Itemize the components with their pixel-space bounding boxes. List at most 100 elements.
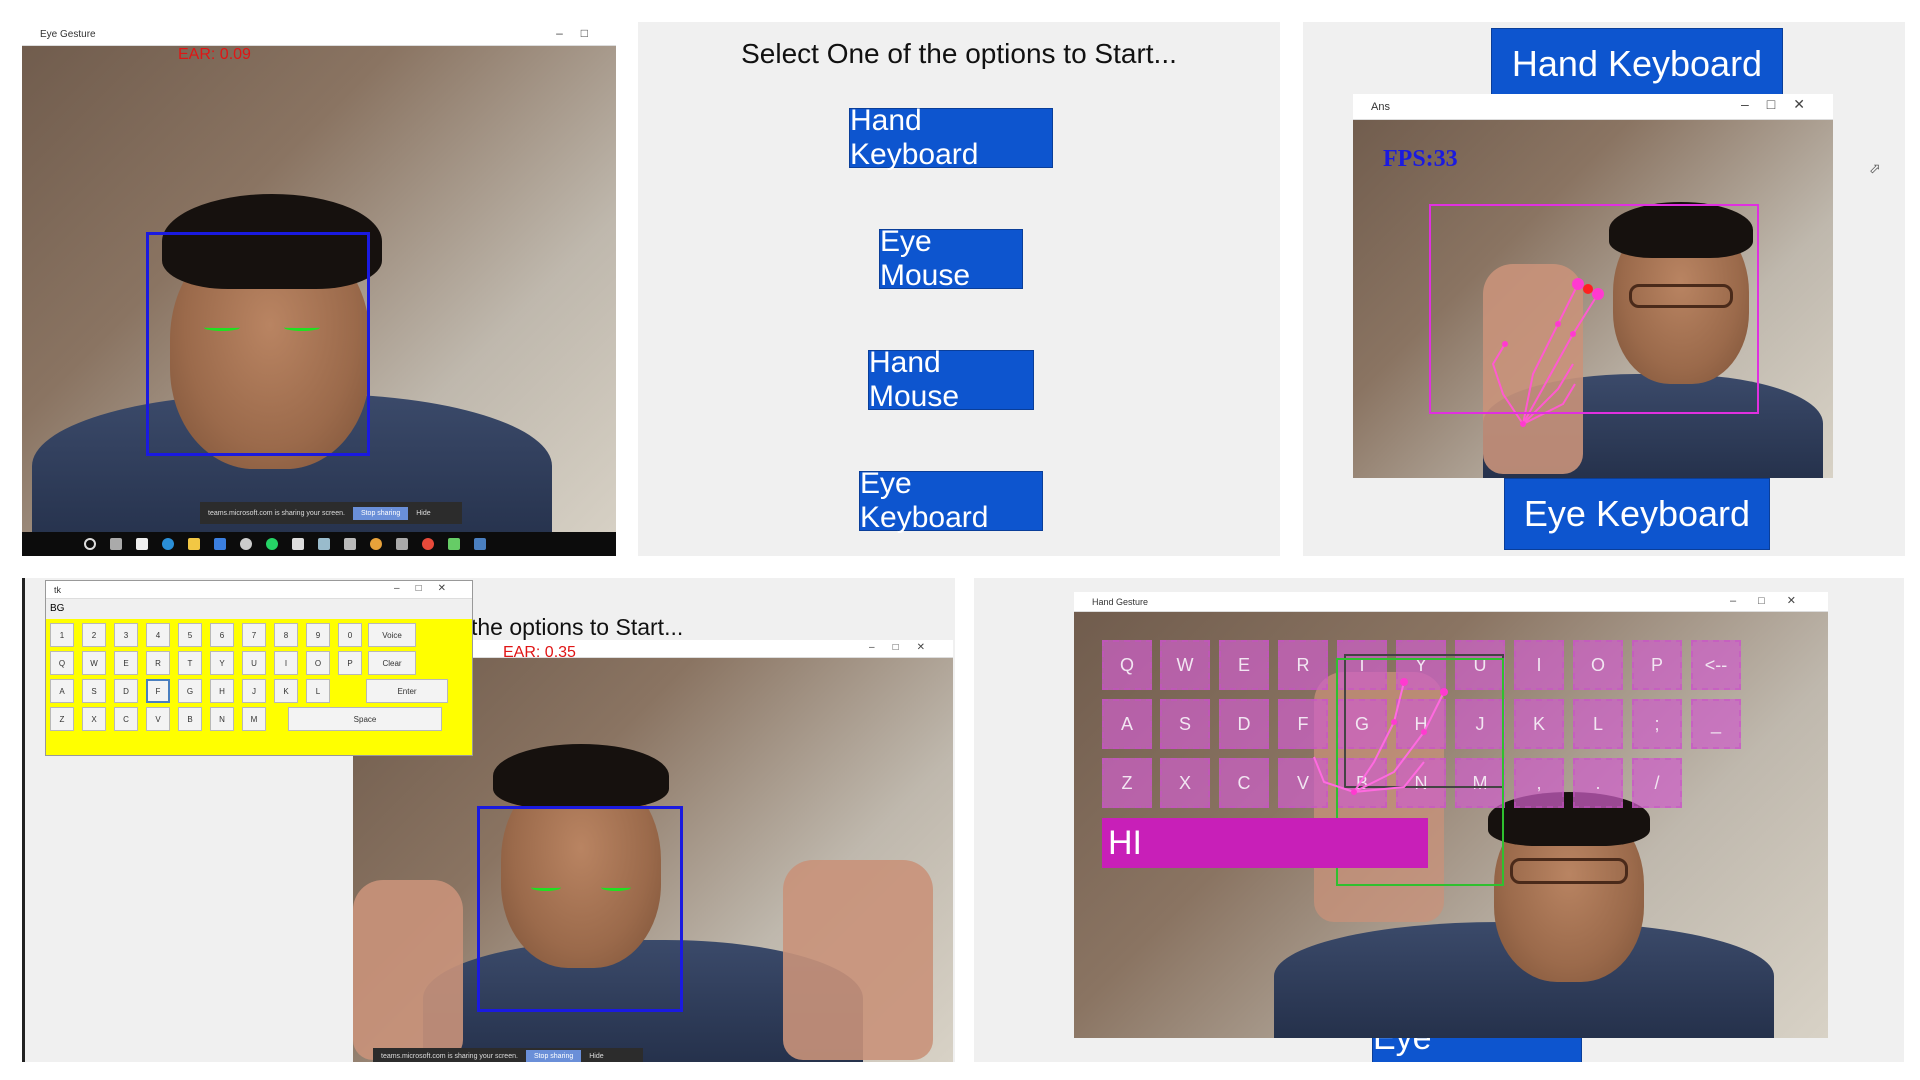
typed-text-box: HI — [1102, 818, 1428, 868]
window-title: Eye Gesture — [40, 29, 96, 40]
key-n[interactable]: N — [210, 707, 234, 731]
key-2[interactable]: 2 — [82, 623, 106, 647]
stop-sharing-button[interactable]: Stop sharing — [352, 506, 409, 520]
fps-readout: FPS:33 — [1383, 146, 1458, 172]
enter-key[interactable]: Enter — [366, 679, 448, 703]
eye-mouse-button[interactable]: Eye Mouse — [879, 225, 1023, 292]
app-icon-3[interactable] — [344, 538, 356, 550]
cursor-icon: ⬀ — [1869, 160, 1881, 176]
python-icon[interactable] — [474, 538, 486, 550]
key-t[interactable]: T — [178, 651, 202, 675]
key-3[interactable]: 3 — [114, 623, 138, 647]
hand-gesture-panel: Eye Keyboard Hand Gesture –□✕ Q W E R T … — [974, 578, 1904, 1062]
space-key[interactable]: Space — [288, 707, 442, 731]
key-b[interactable]: B — [178, 707, 202, 731]
edge-icon[interactable] — [162, 538, 174, 550]
key-1[interactable]: 1 — [50, 623, 74, 647]
key-9[interactable]: 9 — [306, 623, 330, 647]
window-controls[interactable]: –□✕ — [869, 642, 943, 653]
typed-text: HI — [1108, 824, 1142, 862]
settings-icon[interactable] — [240, 538, 252, 550]
hand-landmarks — [1313, 678, 1448, 795]
store-icon[interactable] — [136, 538, 148, 550]
screen-share-bar: teams.microsoft.com is sharing your scre… — [373, 1048, 643, 1062]
key-0[interactable]: 0 — [338, 623, 362, 647]
task-view-icon[interactable] — [110, 538, 122, 550]
left-hand — [353, 880, 463, 1060]
key-4[interactable]: 4 — [146, 623, 170, 647]
app-icon-5[interactable] — [448, 538, 460, 550]
kb-titlebar: tk –□✕ — [46, 581, 472, 599]
menu-prompt-partial: the options to Start... — [471, 614, 684, 640]
key-p[interactable]: P — [338, 651, 362, 675]
key-u[interactable]: U — [242, 651, 266, 675]
key-x[interactable]: X — [82, 707, 106, 731]
stop-sharing-button[interactable]: Stop sharing — [525, 1049, 582, 1062]
key-6[interactable]: 6 — [210, 623, 234, 647]
eye-gesture-titlebar: Eye Gesture –□ — [22, 24, 616, 46]
start-icon[interactable] — [84, 538, 96, 550]
hide-button[interactable]: Hide — [416, 510, 430, 517]
screen-share-bar: teams.microsoft.com is sharing your scre… — [200, 502, 462, 524]
voice-key[interactable]: Voice — [368, 623, 416, 647]
key-s[interactable]: S — [82, 679, 106, 703]
key-i[interactable]: I — [274, 651, 298, 675]
share-text: teams.microsoft.com is sharing your scre… — [381, 1052, 518, 1060]
key-e[interactable]: E — [114, 651, 138, 675]
hand-mouse-button[interactable]: Hand Mouse — [868, 346, 1034, 413]
hand-keyboard-button[interactable]: Hand Keyboard — [849, 104, 1053, 171]
hand-gesture-window: Hand Gesture –□✕ Q W E R T Y U I O P <--… — [1074, 592, 1828, 1038]
share-text: teams.microsoft.com is sharing your scre… — [208, 509, 345, 517]
key-a[interactable]: A — [50, 679, 74, 703]
key-c[interactable]: C — [114, 707, 138, 731]
window-title: tk — [54, 584, 62, 595]
app-icon-2[interactable] — [318, 538, 330, 550]
eye-gesture-panel: Eye Gesture –□ EAR: 0.09 teams.microsoft… — [22, 24, 616, 556]
whatsapp-icon[interactable] — [266, 538, 278, 550]
key-z[interactable]: Z — [50, 707, 74, 731]
tracking-region-box — [1429, 204, 1759, 414]
key-m[interactable]: M — [242, 707, 266, 731]
kb-text-field[interactable]: BG — [46, 599, 472, 619]
ans-window: Ans –□✕ FPS:33 — [1353, 94, 1833, 478]
window-controls[interactable]: –□✕ — [394, 583, 462, 594]
ear-readout: EAR: 0.35 — [503, 644, 576, 661]
key-y[interactable]: Y — [210, 651, 234, 675]
window-controls[interactable]: –□ — [556, 26, 606, 40]
key-7[interactable]: 7 — [242, 623, 266, 647]
key-g[interactable]: G — [178, 679, 202, 703]
eye-keyboard-panel: the options to Start... –□✕ EAR: 0.35 te… — [22, 578, 955, 1062]
key-8[interactable]: 8 — [274, 623, 298, 647]
explorer-icon[interactable] — [188, 538, 200, 550]
face-bounding-box — [146, 232, 370, 456]
hand-mouse-panel: Hand Keyboard Ans –□✕ FPS:33 Eye Keyboar… — [1303, 22, 1905, 556]
key-f[interactable]: F — [146, 679, 170, 703]
menu-prompt: Select One of the options to Start... — [741, 38, 1177, 69]
app-icon-4[interactable] — [396, 538, 408, 550]
app-icon-1[interactable] — [292, 538, 304, 550]
key-v[interactable]: V — [146, 707, 170, 731]
mail-icon[interactable] — [214, 538, 226, 550]
chrome-icon-2[interactable] — [422, 538, 434, 550]
key-q[interactable]: Q — [50, 651, 74, 675]
hand-keyboard-button[interactable]: Hand Keyboard — [1491, 28, 1783, 100]
key-k[interactable]: K — [274, 679, 298, 703]
key-h[interactable]: H — [210, 679, 234, 703]
key-d[interactable]: D — [114, 679, 138, 703]
eye-keyboard-button[interactable]: Eye Keyboard — [1504, 478, 1770, 550]
person-hair — [493, 744, 669, 808]
onscreen-keyboard-window: tk –□✕ BG 1 2 3 4 5 6 7 8 9 0 Voice Q W … — [45, 580, 473, 756]
key-r[interactable]: R — [146, 651, 170, 675]
menu-panel: Select One of the options to Start... Ha… — [638, 22, 1280, 556]
key-o[interactable]: O — [306, 651, 330, 675]
right-hand — [783, 860, 933, 1060]
key-w[interactable]: W — [82, 651, 106, 675]
key-5[interactable]: 5 — [178, 623, 202, 647]
kb-text-value: BG — [50, 603, 65, 614]
eye-keyboard-button[interactable]: Eye Keyboard — [859, 467, 1043, 534]
clear-key[interactable]: Clear — [368, 651, 416, 675]
hide-button[interactable]: Hide — [589, 1053, 603, 1060]
chrome-icon[interactable] — [370, 538, 382, 550]
key-l[interactable]: L — [306, 679, 330, 703]
key-j[interactable]: J — [242, 679, 266, 703]
